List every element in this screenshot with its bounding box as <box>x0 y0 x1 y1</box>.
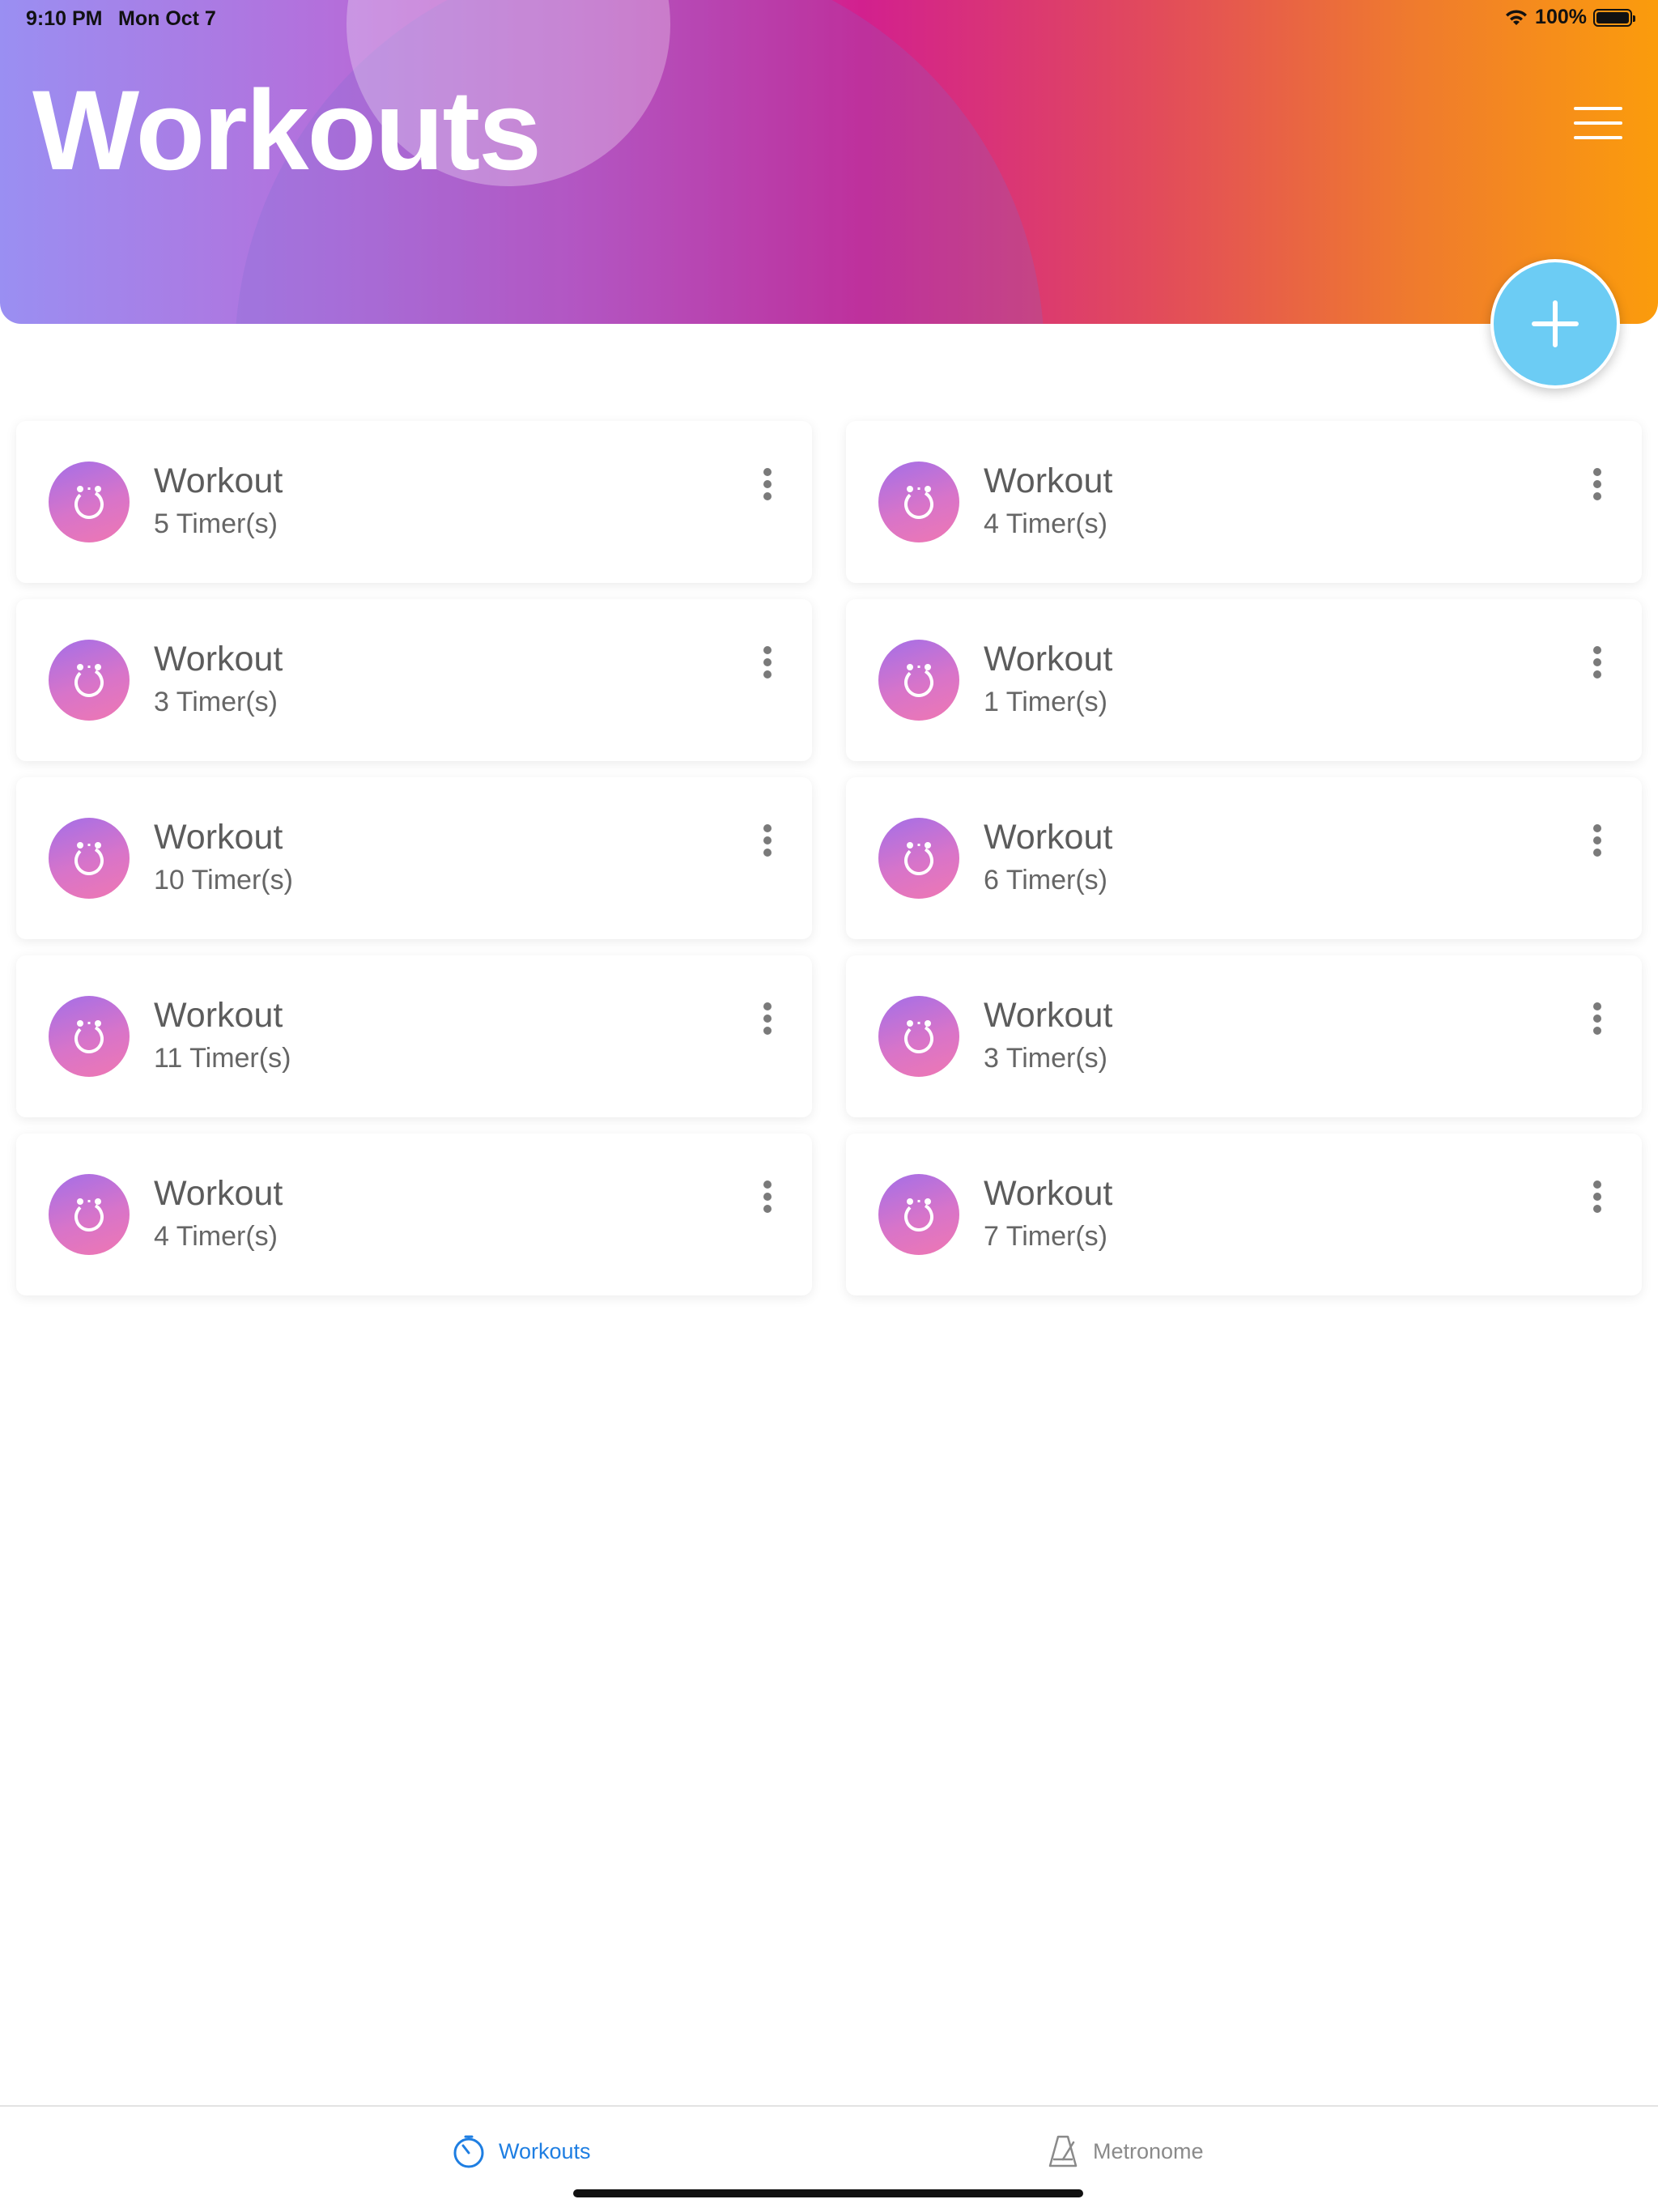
timer-count: 3 Timer(s) <box>154 687 278 717</box>
workout-card[interactable]: Workout 11 Timer(s) <box>16 955 812 1117</box>
status-time: 9:10 PM <box>26 7 103 30</box>
workout-title: Workout <box>154 996 283 1035</box>
timer-icon <box>453 2135 484 2168</box>
more-options-icon[interactable] <box>758 468 777 505</box>
workout-card[interactable]: Workout 5 Timer(s) <box>16 421 812 583</box>
alarm-clock-icon <box>878 640 959 721</box>
alarm-clock-icon <box>49 996 130 1077</box>
workout-card[interactable]: Workout 6 Timer(s) <box>846 777 1642 939</box>
alarm-clock-icon <box>878 462 959 542</box>
more-options-icon[interactable] <box>1588 646 1607 683</box>
more-options-icon[interactable] <box>758 824 777 861</box>
timer-count: 4 Timer(s) <box>154 1221 278 1252</box>
workout-card[interactable]: Workout 3 Timer(s) <box>846 955 1642 1117</box>
workout-list: Workout 5 Timer(s) Workout 4 Timer(s) Workou… <box>16 421 1642 1295</box>
header: 9:10 PM Mon Oct 7 100% Workouts <box>0 0 1658 324</box>
tab-label: Workouts <box>499 2138 591 2163</box>
home-indicator <box>573 2189 1083 2197</box>
timer-count: 10 Timer(s) <box>154 865 293 895</box>
workout-title: Workout <box>984 996 1113 1035</box>
more-options-icon[interactable] <box>1588 1180 1607 1218</box>
workout-title: Workout <box>984 640 1113 678</box>
battery-percent: 100% <box>1535 6 1587 28</box>
workout-title: Workout <box>154 462 283 500</box>
workout-card[interactable]: Workout 4 Timer(s) <box>16 1134 812 1295</box>
metronome-icon <box>1048 2135 1078 2167</box>
workout-title: Workout <box>984 462 1113 500</box>
tab-workouts[interactable]: Workouts <box>450 2131 591 2172</box>
alarm-clock-icon <box>878 818 959 899</box>
workout-card[interactable]: Workout 10 Timer(s) <box>16 777 812 939</box>
timer-count: 6 Timer(s) <box>984 865 1107 895</box>
workout-title: Workout <box>154 1174 283 1213</box>
wifi-icon <box>1506 9 1528 25</box>
status-date: Mon Oct 7 <box>118 7 216 30</box>
timer-count: 5 Timer(s) <box>154 508 278 539</box>
workout-card[interactable]: Workout 3 Timer(s) <box>16 599 812 761</box>
alarm-clock-icon <box>49 1174 130 1255</box>
battery-icon <box>1593 8 1635 27</box>
hamburger-menu-icon[interactable] <box>1574 107 1622 144</box>
more-options-icon[interactable] <box>758 1002 777 1040</box>
status-indicators: 100% <box>1504 6 1635 29</box>
more-options-icon[interactable] <box>758 646 777 683</box>
workout-title: Workout <box>984 818 1113 857</box>
more-options-icon[interactable] <box>1588 468 1607 505</box>
add-workout-button[interactable] <box>1490 259 1620 389</box>
alarm-clock-icon <box>878 1174 959 1255</box>
workout-title: Workout <box>154 640 283 678</box>
plus-icon <box>1532 300 1579 347</box>
timer-count: 3 Timer(s) <box>984 1043 1107 1074</box>
workout-title: Workout <box>154 818 283 857</box>
alarm-clock-icon <box>49 462 130 542</box>
workout-title: Workout <box>984 1174 1113 1213</box>
more-options-icon[interactable] <box>1588 824 1607 861</box>
timer-count: 7 Timer(s) <box>984 1221 1107 1252</box>
workout-card[interactable]: Workout 7 Timer(s) <box>846 1134 1642 1295</box>
workout-card[interactable]: Workout 1 Timer(s) <box>846 599 1642 761</box>
timer-count: 4 Timer(s) <box>984 508 1107 539</box>
alarm-clock-icon <box>878 996 959 1077</box>
alarm-clock-icon <box>49 640 130 721</box>
alarm-clock-icon <box>49 818 130 899</box>
page-title: Workouts <box>32 66 542 194</box>
workout-card[interactable]: Workout 4 Timer(s) <box>846 421 1642 583</box>
tab-metronome[interactable]: Metronome <box>1044 2131 1204 2172</box>
status-bar: 9:10 PM Mon Oct 7 100% <box>0 0 1658 39</box>
timer-count: 11 Timer(s) <box>154 1043 291 1074</box>
timer-count: 1 Timer(s) <box>984 687 1107 717</box>
more-options-icon[interactable] <box>758 1180 777 1218</box>
tab-label: Metronome <box>1093 2138 1204 2163</box>
more-options-icon[interactable] <box>1588 1002 1607 1040</box>
